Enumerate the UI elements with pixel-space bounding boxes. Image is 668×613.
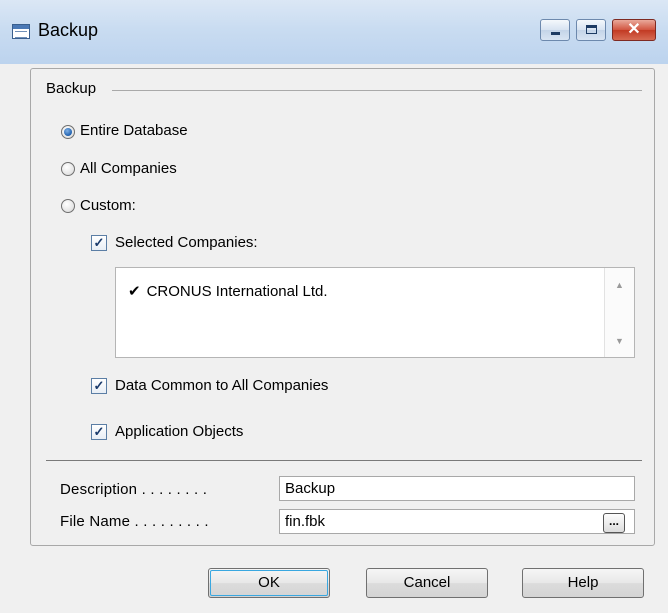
company-name: CRONUS International Ltd.: [146, 283, 328, 300]
all-companies-label[interactable]: All Companies: [80, 160, 177, 177]
selected-companies-label[interactable]: Selected Companies:: [115, 234, 258, 251]
file-name-field[interactable]: fin.fbk: [279, 509, 635, 534]
maximize-button[interactable]: [576, 19, 606, 41]
browse-button[interactable]: ...: [603, 513, 625, 533]
scroll-up-icon[interactable]: ▲: [605, 280, 634, 290]
close-button[interactable]: ✕: [612, 19, 656, 41]
companies-list[interactable]: ✔ CRONUS International Ltd. ▲ ▼: [115, 267, 635, 358]
window-title: Backup: [38, 20, 99, 40]
form-icon: [12, 24, 30, 39]
application-objects-checkbox[interactable]: ✓: [91, 424, 107, 440]
custom-label[interactable]: Custom:: [80, 197, 136, 214]
close-icon: ✕: [627, 21, 641, 38]
application-objects-label[interactable]: Application Objects: [115, 423, 243, 440]
selected-companies-checkbox[interactable]: ✓: [91, 235, 107, 251]
data-common-label[interactable]: Data Common to All Companies: [115, 377, 328, 394]
list-item[interactable]: ✔ CRONUS International Ltd.: [128, 282, 328, 300]
description-label: Description . . . . . . . .: [60, 481, 208, 498]
checkmark-icon: ✔: [128, 283, 141, 300]
section-divider: [46, 460, 642, 461]
backup-group-label: Backup: [46, 80, 97, 97]
ok-button[interactable]: OK: [208, 568, 330, 598]
entire-database-label[interactable]: Entire Database: [80, 122, 188, 139]
file-name-label: File Name . . . . . . . . .: [60, 513, 209, 530]
group-divider: [112, 90, 642, 91]
all-companies-radio[interactable]: [61, 162, 75, 176]
cancel-button[interactable]: Cancel: [366, 568, 488, 598]
minimize-button[interactable]: [540, 19, 570, 41]
title-bar[interactable]: Backup ✕: [0, 0, 668, 64]
help-button[interactable]: Help: [522, 568, 644, 598]
scroll-down-icon[interactable]: ▼: [605, 336, 634, 346]
custom-radio[interactable]: [61, 199, 75, 213]
entire-database-radio[interactable]: [61, 125, 75, 139]
maximize-icon: [586, 25, 597, 34]
backup-dialog: Backup ✕ Backup Entire Database All Comp…: [0, 0, 668, 613]
description-field[interactable]: Backup: [279, 476, 635, 501]
list-scrollbar[interactable]: ▲ ▼: [604, 268, 634, 357]
data-common-checkbox[interactable]: ✓: [91, 378, 107, 394]
minimize-icon: [551, 32, 560, 35]
